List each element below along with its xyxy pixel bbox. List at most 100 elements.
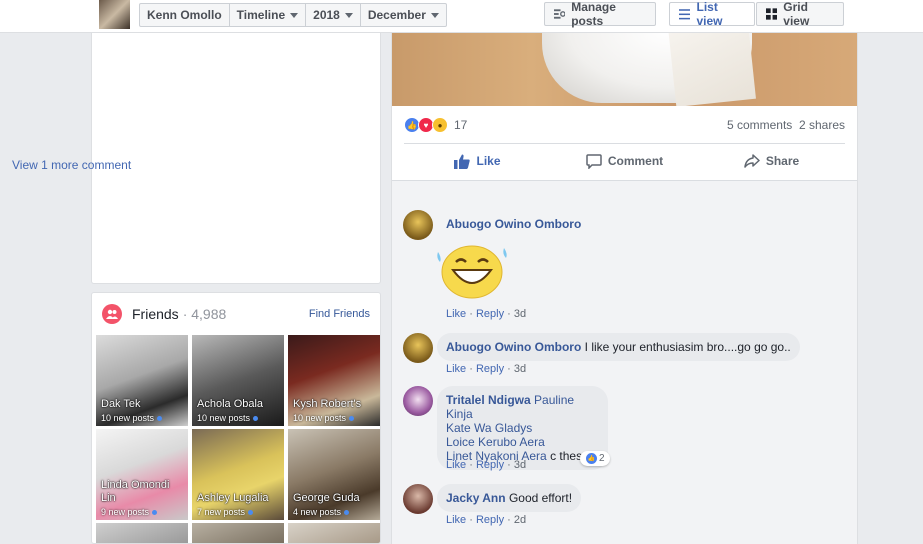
commenter-avatar[interactable] [403,333,433,363]
friends-grid: Dak Tek 10 new posts Achola Obala 10 new… [96,335,380,543]
list-view-label: List view [696,0,723,28]
share-button[interactable]: Share [698,145,845,177]
list-icon [679,8,691,19]
commenter-avatar[interactable] [403,210,433,240]
comment-like-link[interactable]: Like [446,363,466,375]
grid-icon [766,8,778,20]
like-button[interactable]: Like [404,145,551,177]
month-label: December [367,8,426,22]
shares-count-link[interactable]: 2 shares [799,118,845,132]
comment-time[interactable]: 3d [514,308,526,320]
friend-new-posts: 10 new posts [101,413,163,423]
comments-count-link[interactable]: 5 comments [727,118,792,132]
find-friends-link[interactable]: Find Friends [309,308,370,320]
mention-link[interactable]: Loice Kerubo Aera [446,435,545,449]
like-label: Like [476,154,501,168]
comment-text: Good effort! [508,491,573,505]
profile-avatar[interactable] [99,0,130,29]
friend-tile[interactable]: Kysh Robert's 10 new posts [288,335,380,426]
view-more-comments-link[interactable]: View 1 more comment [12,158,131,172]
friend-tile[interactable] [192,523,284,543]
comment-like-link[interactable]: Like [446,514,466,526]
comment-author[interactable]: Tritalel Ndigwa [446,393,531,407]
comment-reply-link[interactable]: Reply [476,514,504,526]
breadcrumb-year-dropdown[interactable]: 2018 [306,4,361,26]
thumbs-up-icon [454,154,471,169]
comment-like-link[interactable]: Like [446,308,466,320]
comment-author[interactable]: Abuogo Owino Omboro [446,340,581,354]
profile-name: Kenn Omollo [147,8,222,22]
like-reaction-icon: 👍 [585,452,598,465]
friends-header: Friends · 4,988 Find Friends [102,303,370,325]
friend-new-posts: 9 new posts [101,507,158,517]
friend-tile[interactable] [288,523,380,543]
grid-view-label: Grid view [783,0,810,28]
comment-author[interactable]: Abuogo Owino Omboro [446,217,581,231]
comment-time[interactable]: 3d [514,459,526,471]
friends-icon [102,304,122,324]
comment-time[interactable]: 3d [514,363,526,375]
laughing-sticker-icon [437,245,507,299]
friend-tile[interactable]: Achola Obala 10 new posts [192,335,284,426]
post-photo[interactable] [392,33,857,106]
post-stats: 5 comments 2 shares [727,118,845,132]
post-actions: Like Comment Share [404,145,845,177]
commenter-avatar[interactable] [403,484,433,514]
new-posts-dot [248,509,254,515]
reaction-summary[interactable]: 👍 ♥ ● 17 [404,117,467,133]
manage-icon [554,9,566,19]
mention-link[interactable]: Kate Wa Gladys [446,421,532,435]
new-posts-dot [349,415,355,421]
list-view-button[interactable]: List view [669,0,755,28]
comment-reply-link[interactable]: Reply [476,459,504,471]
manage-posts-button[interactable]: Manage posts [544,0,656,28]
comment-like-link[interactable]: Like [446,459,466,471]
new-posts-dot [253,415,259,421]
comment-meta: Like · Reply · 3d [446,308,527,320]
comment-meta: Like · Reply · 3d [446,459,527,471]
friend-new-posts: 10 new posts [293,413,355,423]
friend-tile[interactable]: Linda Omondi Lin 9 new posts [96,429,188,520]
comment-meta: Like · Reply · 3d [446,363,527,375]
new-posts-dot [157,415,163,421]
wow-reaction-icon: ● [432,117,448,133]
breadcrumb-profile[interactable]: Kenn Omollo [140,4,230,26]
comment-text: I like your enthusiasim bro....go go go.… [584,340,791,354]
comment-button[interactable]: Comment [551,145,698,177]
friend-tile[interactable]: Dak Tek 10 new posts [96,335,188,426]
comment-reply-link[interactable]: Reply [476,308,504,320]
comment-time[interactable]: 2d [514,514,526,526]
friend-new-posts: 4 new posts [293,507,350,517]
commenter-avatar[interactable] [403,386,433,416]
friend-name: Kysh Robert's [293,398,362,410]
friends-count: · 4,988 [182,306,227,322]
breadcrumb-month-dropdown[interactable]: December [361,4,446,26]
friends-card: Friends · 4,988 Find Friends Dak Tek 10 … [91,292,381,544]
breadcrumb-section-dropdown[interactable]: Timeline [230,4,307,26]
friend-name: Dak Tek [101,398,141,410]
friend-name: Achola Obala [197,398,264,410]
reaction-count: 17 [454,118,468,132]
comment-reply-link[interactable]: Reply [476,363,504,375]
divider [404,143,845,144]
friend-tile[interactable]: George Guda 4 new posts [288,429,380,520]
friend-tile[interactable] [96,523,188,543]
new-posts-dot [152,509,158,515]
year-label: 2018 [313,8,340,22]
comment-bubble: Jacky Ann Good effort! [437,484,582,512]
photo-object [668,33,756,106]
comment-reaction-badge[interactable]: 👍 2 [580,451,610,466]
friend-new-posts: 10 new posts [197,413,259,423]
friend-name: George Guda [293,492,360,504]
comment-bubble: Abuogo Owino Omboro I like your enthusia… [437,333,800,361]
intro-card [91,33,381,284]
comment-label: Comment [607,154,664,168]
comment-author[interactable]: Jacky Ann [446,491,506,505]
friends-title[interactable]: Friends [132,306,179,322]
timeline-nav-bar: Kenn Omollo Timeline 2018 December Manag… [0,0,923,33]
friend-tile[interactable]: Ashley Lugalia 7 new posts [192,429,284,520]
grid-view-button[interactable]: Grid view [756,0,844,28]
share-label: Share [765,154,800,168]
section-label: Timeline [236,8,286,22]
friend-name: Linda Omondi Lin [101,479,170,504]
